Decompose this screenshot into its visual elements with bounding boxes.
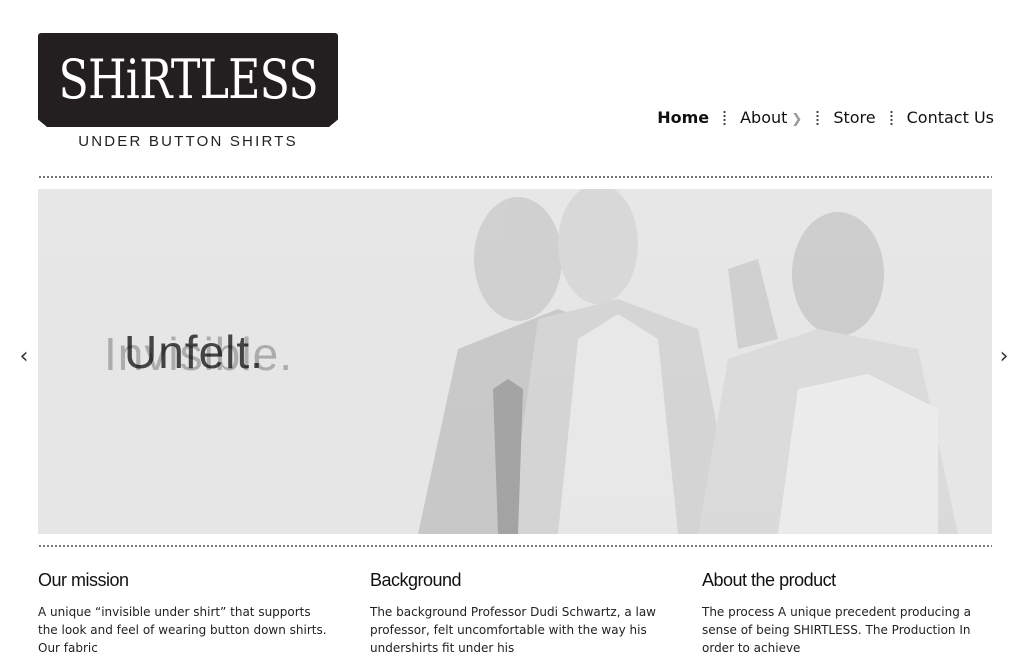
slider-next-button[interactable]: › [996,343,1012,371]
main-nav: Home About ❯ Store Contact Us [657,108,994,127]
section-mission: Our mission A unique “invisible under sh… [38,570,328,657]
section-text: The process A unique precedent producing… [702,605,971,655]
chevron-right-icon: ❯ [791,112,803,127]
section-background: Background The background Professor Dudi… [370,570,660,657]
section-title[interactable]: Background [370,570,660,591]
slider-prev-button[interactable]: ‹ [16,343,32,371]
hero-slider: Invisible. Unfelt. [38,189,992,534]
section-text: A unique “invisible under shirt” that su… [38,605,327,655]
chevron-left-icon: ‹ [19,344,29,369]
slide-ghost-text: Invisible. [104,328,293,380]
section-product: About the product The process A unique p… [702,570,992,657]
nav-separator [816,109,820,126]
dotted-divider [38,545,992,547]
site-logo[interactable]: SHiRTLESS UNDER BUTTON SHIRTS [38,33,338,150]
logo-wordmark: SHiRTLESS [58,48,318,111]
logo-box: SHiRTLESS [38,33,338,127]
nav-item-store[interactable]: Store [833,108,875,127]
nav-item-about-label: About [740,108,788,127]
slide-headline: Invisible. Unfelt. [104,325,292,380]
section-text: The background Professor Dudi Schwartz, … [370,605,656,655]
section-title[interactable]: About the product [702,570,992,591]
content-columns: Our mission A unique “invisible under sh… [38,570,992,657]
nav-item-about[interactable]: About ❯ [740,108,802,127]
section-title[interactable]: Our mission [38,570,328,591]
nav-separator [723,109,727,126]
dotted-divider [38,176,992,178]
chevron-right-icon: › [999,344,1009,369]
nav-item-home[interactable]: Home [657,108,709,127]
logo-tagline: UNDER BUTTON SHIRTS [78,133,298,150]
nav-separator [889,109,893,126]
nav-item-contact[interactable]: Contact Us [907,108,994,127]
